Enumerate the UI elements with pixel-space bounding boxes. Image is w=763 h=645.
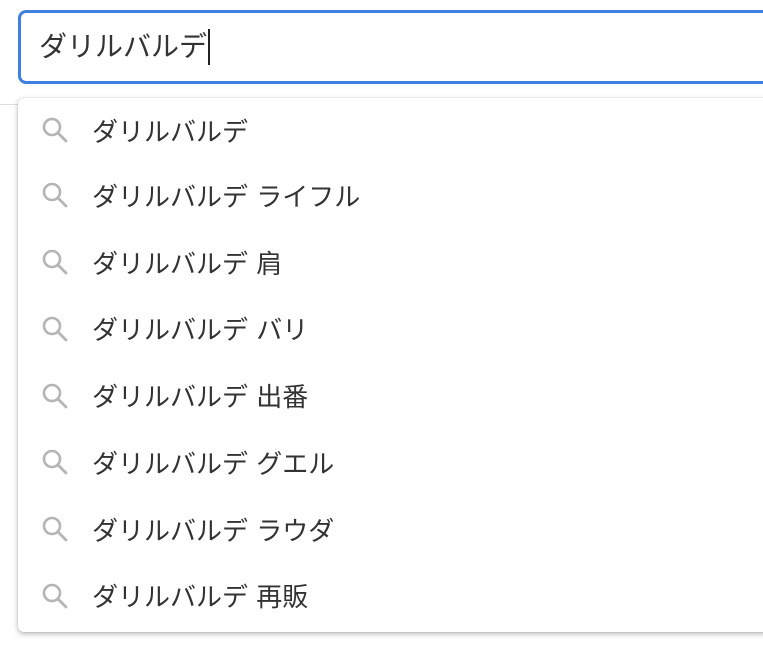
search-icon — [42, 383, 68, 409]
search-icon — [42, 516, 68, 542]
search-icon — [42, 450, 68, 475]
search-icon — [42, 117, 68, 143]
suggestion-item[interactable]: ダリルバルデ グエル — [18, 429, 763, 496]
suggestion-item[interactable]: ダリルバルデ 出番 — [18, 362, 763, 429]
search-icon — [42, 583, 68, 609]
autocomplete-dropdown: ダリルバルデ ダリルバルデ ライフル ダリルバルデ 肩 ダリルバルデ バリ ダリ… — [18, 98, 763, 632]
suggestion-label: ダリルバルデ 再販 — [92, 583, 309, 614]
search-icon — [42, 183, 68, 208]
suggestion-label: ダリルバルデ ラウダ — [92, 516, 335, 547]
search-page: ダリルバルデ ダリルバルデ ダリルバルデ ライフル ダリルバルデ 肩 ダリルバル… — [0, 0, 763, 645]
suggestion-item[interactable]: ダリルバルデ ライフル — [18, 162, 763, 229]
suggestion-item[interactable]: ダリルバルデ — [18, 98, 763, 162]
search-icon — [42, 316, 68, 342]
search-input-value: ダリルバルデ — [39, 30, 208, 63]
suggestion-label: ダリルバルデ — [92, 117, 249, 148]
search-icon — [42, 249, 68, 275]
suggestion-label: ダリルバルデ 肩 — [92, 249, 283, 280]
suggestion-label: ダリルバルデ 出番 — [92, 383, 309, 414]
suggestion-label: ダリルバルデ バリ — [92, 316, 309, 347]
suggestion-item[interactable]: ダリルバルデ ラウダ — [18, 496, 763, 563]
suggestion-item[interactable]: ダリルバルデ 肩 — [18, 229, 763, 296]
suggestion-label: ダリルバルデ グエル — [92, 449, 335, 480]
suggestion-label: ダリルバルデ ライフル — [92, 182, 361, 213]
search-input[interactable]: ダリルバルデ — [18, 10, 763, 84]
suggestion-item[interactable]: ダリルバルデ 再販 — [18, 563, 763, 630]
text-caret — [208, 29, 211, 65]
suggestion-item[interactable]: ダリルバルデ バリ — [18, 296, 763, 363]
